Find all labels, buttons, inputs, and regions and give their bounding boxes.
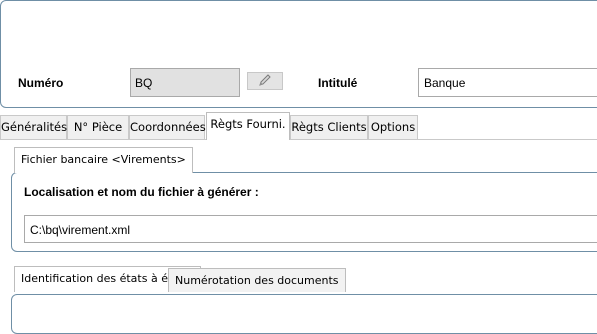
tab-fichier-bancaire[interactable]: Fichier bancaire <Virements> — [14, 147, 193, 173]
tab-regts-fourni[interactable]: Règts Fourni. — [206, 112, 290, 140]
tab-coordonnees[interactable]: Coordonnées — [129, 115, 206, 139]
edit-numero-button[interactable] — [247, 72, 283, 90]
file-path-input[interactable]: C:\bq\virement.xml — [24, 215, 597, 243]
tab-generalites[interactable]: Généralités — [0, 115, 67, 139]
numero-field[interactable]: BQ — [130, 68, 240, 97]
tab-numerotation-documents[interactable]: Numérotation des documents — [168, 268, 346, 292]
tab-bar: Généralités N° Pièce Coordonnées Règts F… — [0, 112, 597, 141]
tab-n-piece[interactable]: N° Pièce — [67, 115, 129, 139]
pencil-icon — [257, 72, 273, 91]
localisation-heading: Localisation et nom du fichier à générer… — [24, 185, 259, 199]
intitule-field[interactable]: Banque — [418, 68, 597, 97]
numero-label: Numéro — [18, 76, 64, 90]
tab-options[interactable]: Options — [368, 115, 418, 139]
etats-panel — [11, 294, 597, 334]
tab-regts-clients[interactable]: Règts Clients — [290, 115, 368, 139]
tab-divider — [0, 139, 597, 140]
intitule-label: Intitulé — [318, 76, 358, 90]
